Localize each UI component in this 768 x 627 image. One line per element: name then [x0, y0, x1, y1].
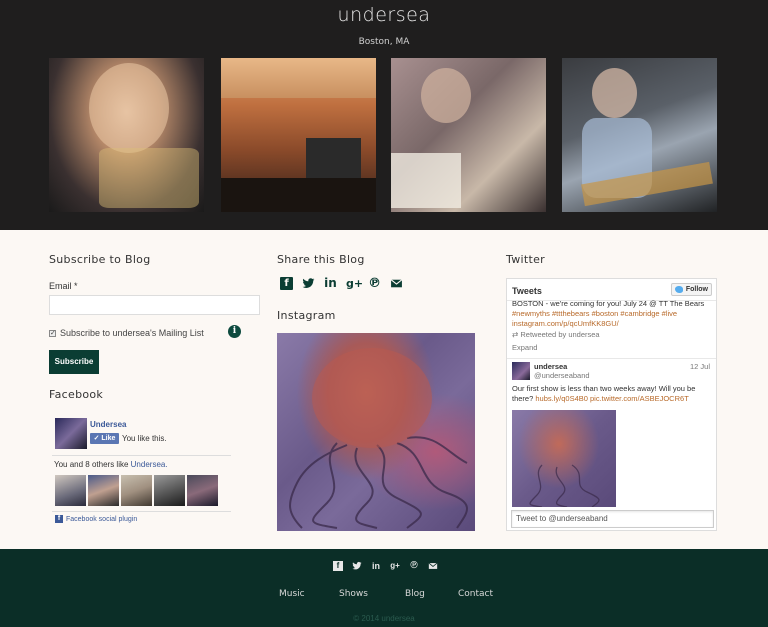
band-photo-1[interactable]: [49, 58, 204, 212]
footer-nav-music[interactable]: Music: [279, 589, 305, 599]
tweet-reply-input[interactable]: Tweet to @underseaband: [511, 510, 714, 528]
facebook-fan-avatar[interactable]: [121, 475, 152, 506]
facebook-fan-avatar[interactable]: [88, 475, 119, 506]
tweet-1[interactable]: BOSTON - we're coming for you! July 24 @…: [512, 299, 712, 353]
facebook-page-name[interactable]: Undersea: [90, 420, 126, 429]
footer-nav-contact[interactable]: Contact: [458, 589, 493, 599]
footer-nav-blog[interactable]: Blog: [405, 589, 425, 599]
site-footer: f in g+ ℗ Music Shows Blog Contact © 201…: [0, 549, 768, 627]
footer-nav-shows[interactable]: Shows: [339, 589, 368, 599]
footer-social-icons: f in g+ ℗: [333, 561, 438, 571]
site-title[interactable]: undersea: [0, 4, 768, 26]
tweet-1-link[interactable]: instagram.com/p/qcUmfKK8GU/: [512, 319, 712, 329]
band-photo-2[interactable]: [221, 58, 376, 212]
twitter-bird-icon: [675, 286, 683, 293]
googleplus-icon[interactable]: g+: [390, 561, 400, 571]
facebook-like-count: You and 8 others like Undersea.: [54, 460, 168, 469]
tweet-1-expand[interactable]: Expand: [512, 343, 712, 353]
facebook-plugin-label: Facebook social plugin: [66, 515, 138, 523]
facebook-count-text: You and 8 others like: [54, 460, 131, 469]
facebook-icon: f: [55, 515, 63, 523]
facebook-page-avatar[interactable]: [55, 418, 87, 449]
facebook-widget: Undersea ✓ Like You like this. You and 8…: [49, 409, 231, 529]
tweet-1-retweet: ⇄ Retweeted by undersea: [512, 330, 712, 340]
footer-copyright: © 2014 undersea: [353, 614, 415, 623]
twitter-follow-button[interactable]: Follow: [671, 283, 712, 296]
tweet-1-text: BOSTON - we're coming for you! July 24 @…: [512, 299, 705, 308]
site-location: Boston, MA: [358, 37, 410, 47]
share-icons: f in g+ ℗: [280, 277, 403, 290]
divider: [52, 455, 231, 456]
mailing-list-checkbox[interactable]: ✓: [49, 329, 56, 337]
twitter-icon[interactable]: [352, 561, 362, 571]
tweet-2-links[interactable]: hubs.ly/q0S4B0 pic.twitter.com/ASBEJOCR6…: [535, 394, 688, 403]
pinterest-icon[interactable]: ℗: [368, 277, 381, 290]
tweet-2-body: Our first show is less than two weeks aw…: [512, 384, 712, 404]
facebook-like-label: Like: [101, 435, 116, 442]
facebook-plugin-link[interactable]: f Facebook social plugin: [55, 515, 137, 523]
email-icon[interactable]: [428, 561, 438, 571]
email-icon[interactable]: [390, 277, 403, 290]
follow-label: Follow: [685, 286, 708, 293]
instagram-image[interactable]: [277, 333, 475, 531]
facebook-icon[interactable]: f: [333, 561, 343, 571]
site-header: undersea Boston, MA: [0, 0, 768, 230]
facebook-count-link[interactable]: Undersea.: [131, 460, 168, 469]
tweet-2-avatar[interactable]: [512, 362, 530, 380]
facebook-icon[interactable]: f: [280, 277, 293, 290]
googleplus-icon[interactable]: g+: [346, 277, 363, 290]
twitter-heading: Twitter: [506, 253, 545, 266]
facebook-heading: Facebook: [49, 388, 104, 401]
tweet-2-image[interactable]: [512, 410, 616, 508]
mailing-list-label: Subscribe to undersea's Mailing List: [60, 328, 204, 338]
info-icon[interactable]: i: [228, 325, 241, 338]
tweet-1-retweet-label: Retweeted by undersea: [520, 330, 600, 339]
divider: [52, 511, 231, 512]
linkedin-icon[interactable]: in: [371, 561, 381, 571]
facebook-fan-avatar[interactable]: [55, 475, 86, 506]
instagram-heading: Instagram: [277, 309, 336, 322]
subscribe-button[interactable]: Subscribe: [49, 350, 99, 374]
share-heading: Share this Blog: [277, 253, 365, 266]
facebook-fan-avatar[interactable]: [154, 475, 185, 506]
facebook-like-status: You like this.: [122, 434, 167, 443]
tweet-2-date[interactable]: 12 Jul: [690, 362, 710, 372]
twitter-icon[interactable]: [302, 277, 315, 290]
divider: [507, 358, 716, 359]
pinterest-icon[interactable]: ℗: [409, 561, 419, 571]
email-field[interactable]: [49, 295, 260, 315]
twitter-widget: Tweets Follow BOSTON - we're coming for …: [506, 278, 717, 531]
facebook-like-button[interactable]: ✓ Like: [90, 433, 119, 444]
facebook-fan-avatar[interactable]: [187, 475, 218, 506]
band-photo-4[interactable]: [562, 58, 717, 212]
email-label: Email *: [49, 281, 78, 291]
tweets-title[interactable]: Tweets: [512, 286, 542, 296]
tweet-2-handle[interactable]: @underseaband: [534, 371, 590, 381]
tweet-1-hashtags[interactable]: #newmyths #ttthebears #boston #cambridge…: [512, 309, 712, 319]
band-photo-3[interactable]: [391, 58, 546, 212]
linkedin-icon[interactable]: in: [324, 277, 337, 290]
mailing-list-checkbox-row[interactable]: ✓ Subscribe to undersea's Mailing List: [49, 328, 204, 338]
subscribe-heading: Subscribe to Blog: [49, 253, 151, 266]
